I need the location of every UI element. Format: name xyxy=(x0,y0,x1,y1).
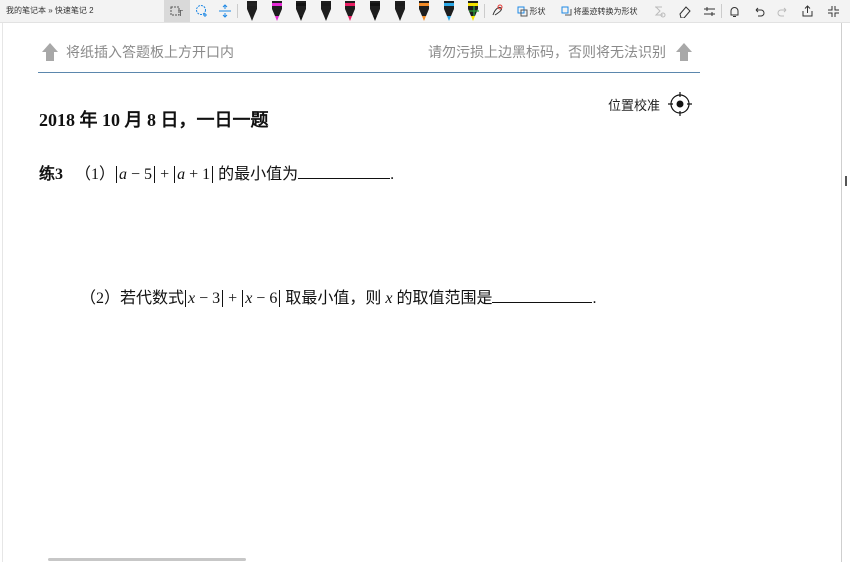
pen-icon xyxy=(370,1,380,21)
var-a: a xyxy=(177,166,186,183)
answer-blank xyxy=(298,164,391,179)
add-pen-button[interactable] xyxy=(466,0,482,22)
pen-icon xyxy=(271,1,282,21)
ink-to-shape-icon xyxy=(561,6,571,15)
pen-icon xyxy=(394,1,405,21)
q1-text: 的最小值为 xyxy=(218,166,299,183)
q2-text2: 的取值范围是 xyxy=(396,290,493,307)
q1-part: （1） xyxy=(75,166,116,183)
question-2: （2）若代数式 x − 3 + x − 6 取最小值，则 x 的取值范围是. xyxy=(80,284,596,308)
toolbar-divider xyxy=(721,4,722,18)
q1-term: + 1 xyxy=(185,166,211,183)
ruler-icon xyxy=(703,6,715,16)
collapse-icon xyxy=(827,5,839,17)
arrow-up-icon xyxy=(42,43,58,61)
ink-replay-bell-button[interactable] xyxy=(725,0,743,22)
answer-blank xyxy=(492,288,593,303)
shapes-label: 形状 xyxy=(529,6,546,16)
vertical-scrollbar[interactable] xyxy=(845,176,847,186)
ink-replay-button[interactable] xyxy=(488,0,506,22)
ink-to-shape-label: 将墨迹转换为形状 xyxy=(573,6,638,16)
full-screen-button[interactable] xyxy=(822,0,844,22)
ruler-button[interactable] xyxy=(700,0,718,22)
pen-6-button[interactable] xyxy=(364,0,386,22)
pen-icon xyxy=(247,1,257,21)
undo-button[interactable] xyxy=(749,0,767,22)
var-a: a xyxy=(119,166,128,183)
horizontal-scrollbar[interactable] xyxy=(48,558,246,561)
eraser-button[interactable] xyxy=(675,0,693,22)
abs-expression: a + 1 xyxy=(174,166,214,183)
bell-icon xyxy=(730,6,738,17)
share-button[interactable] xyxy=(798,0,816,22)
header-right-text: 请勿污损上边黑标码，否则将无法识别 xyxy=(428,45,666,61)
q1-term: − 5 xyxy=(127,166,153,183)
pen-icon xyxy=(419,1,430,21)
ink-to-math-icon xyxy=(654,6,665,17)
pen-5-button[interactable] xyxy=(339,0,361,22)
date-title: 2018 年 10 月 8 日，一日一题 xyxy=(39,110,269,130)
insert-space-icon xyxy=(219,4,231,18)
q2-end: . xyxy=(592,290,597,307)
pen-icon xyxy=(443,1,454,21)
header-left-text: 将纸插入答题板上方开口内 xyxy=(66,45,234,61)
redo-button[interactable] xyxy=(774,0,792,22)
pen-icon xyxy=(320,1,331,21)
header-rule xyxy=(38,72,700,73)
add-space-button[interactable] xyxy=(192,0,212,22)
q1-end: . xyxy=(390,166,395,183)
svg-text:T: T xyxy=(177,9,183,18)
lasso-add-icon xyxy=(196,5,207,17)
position-calibration: 位置校准 xyxy=(608,92,693,116)
var-x: x xyxy=(385,290,393,307)
question-1: 练3 （1） a − 5 + a + 1 的最小值为. xyxy=(39,160,394,184)
pen-icon xyxy=(345,1,356,21)
pen-2-button[interactable] xyxy=(266,0,288,22)
abs-expression: x − 6 xyxy=(242,290,281,307)
eraser-icon xyxy=(678,5,691,18)
q2-part: （2）若代数式 xyxy=(80,290,185,307)
share-icon xyxy=(802,4,812,16)
header-left: 将纸插入答题板上方开口内 xyxy=(40,42,234,62)
toolbar-divider xyxy=(484,4,485,18)
arrow-up-icon xyxy=(676,43,692,61)
target-icon xyxy=(668,92,693,116)
shapes-icon xyxy=(517,6,527,16)
lasso-select-icon: T xyxy=(170,6,183,18)
redo-icon xyxy=(777,7,786,16)
plus-sign: + xyxy=(224,290,242,307)
pen-7-button[interactable] xyxy=(389,0,411,22)
abs-expression: x − 3 xyxy=(185,290,224,307)
plus-sign: + xyxy=(156,166,174,183)
toolbar-divider xyxy=(237,4,238,18)
calibration-label: 位置校准 xyxy=(608,98,661,114)
ink-replay-icon xyxy=(492,4,503,16)
pen-4-button[interactable] xyxy=(315,0,337,22)
q2-text1: 取最小值，则 xyxy=(285,290,382,307)
breadcrumb[interactable]: 我的笔记本 » 快速笔记 2 xyxy=(6,5,94,16)
toolbar: 我的笔记本 » 快速笔记 2 T 形状 将墨迹转换为形状 xyxy=(0,0,850,23)
ink-to-math-button[interactable] xyxy=(650,0,668,22)
ink-to-shape-button[interactable]: 将墨迹转换为形状 xyxy=(557,0,641,22)
undo-icon xyxy=(755,7,764,16)
header-right: 请勿污损上边黑标码，否则将无法识别 xyxy=(428,42,694,62)
shapes-button[interactable]: 形状 xyxy=(512,0,550,22)
pen-8-button[interactable] xyxy=(413,0,435,22)
pen-icon xyxy=(296,1,307,21)
insert-space-button[interactable] xyxy=(215,0,235,22)
pen-3-button[interactable] xyxy=(290,0,312,22)
pen-1-button[interactable] xyxy=(241,0,263,22)
abs-expression: a − 5 xyxy=(116,166,156,183)
exercise-label: 练3 xyxy=(39,166,64,183)
q2-term: − 6 xyxy=(252,290,278,307)
plus-icon xyxy=(469,6,479,16)
q2-term: − 3 xyxy=(195,290,221,307)
pen-9-button[interactable] xyxy=(438,0,460,22)
lasso-select-button[interactable]: T xyxy=(164,0,190,22)
